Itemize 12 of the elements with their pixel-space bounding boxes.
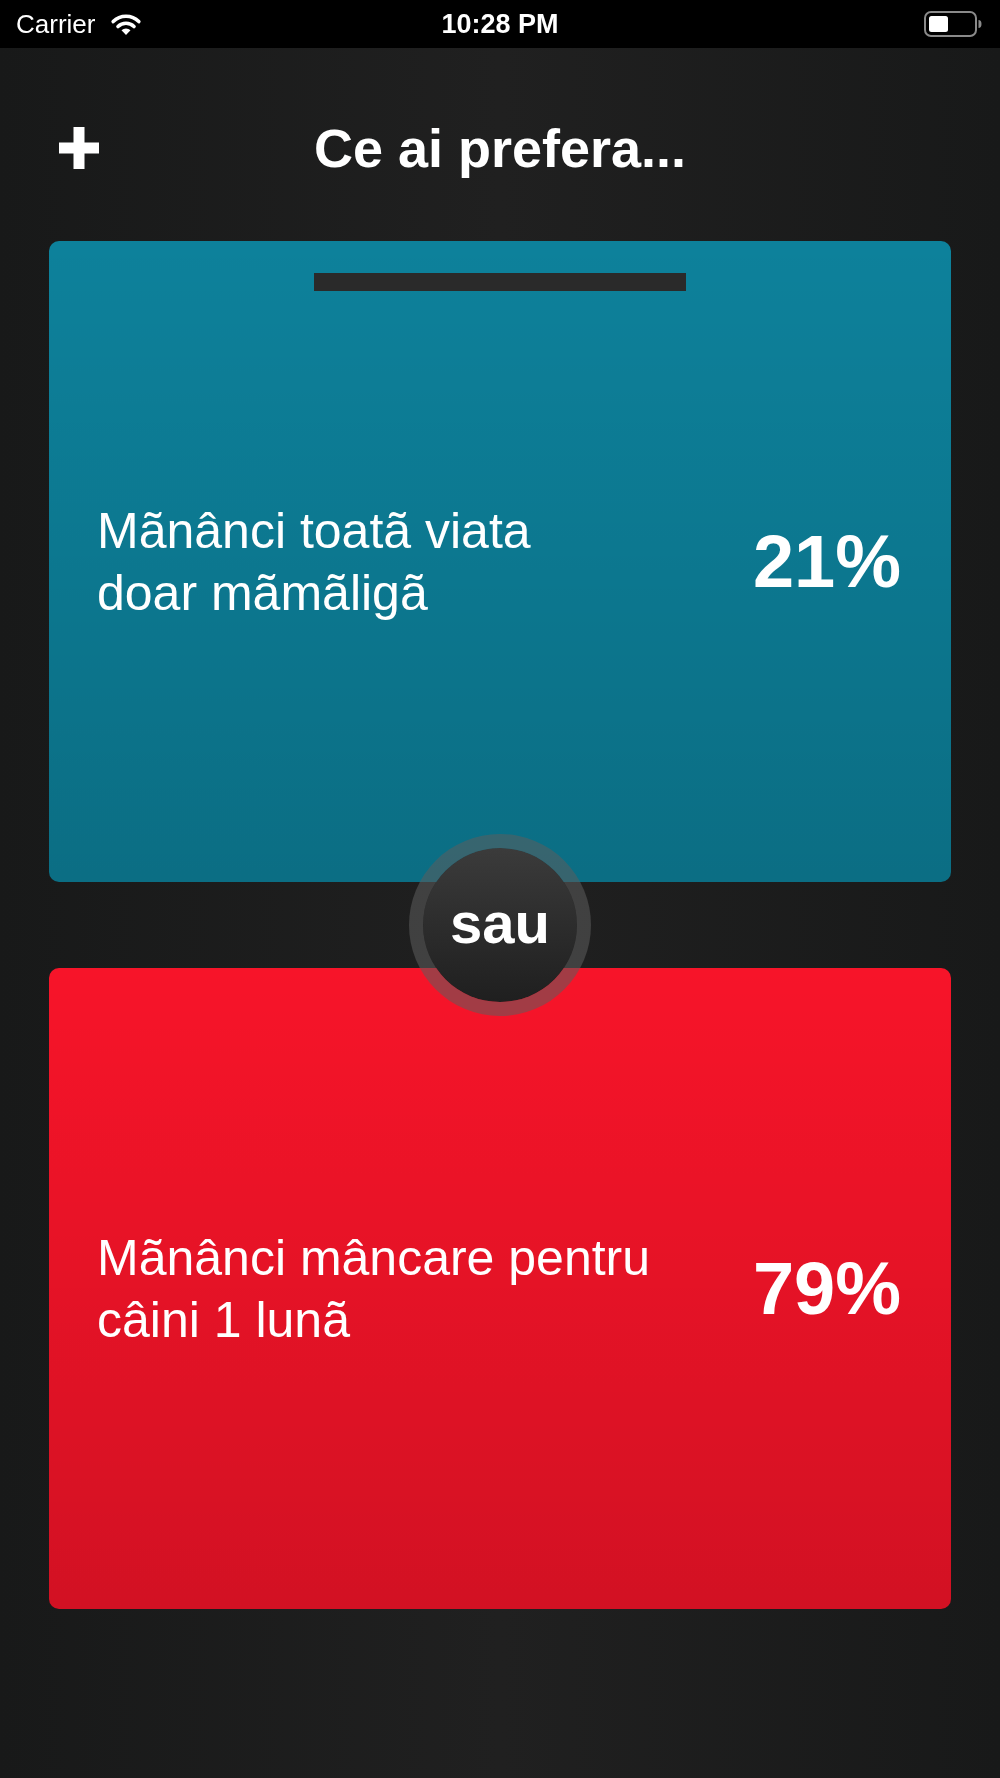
percent-label: 79% bbox=[752, 1251, 901, 1326]
option-text: Mãnânci mâncare pentru câini 1 lunã bbox=[97, 1228, 652, 1350]
clock-time: 10:28 PM bbox=[441, 10, 559, 38]
plus-icon bbox=[59, 127, 99, 169]
add-button[interactable] bbox=[59, 127, 99, 169]
option-text: Mãnânci toatã viata doar mãmãligã bbox=[97, 501, 532, 623]
carrier-label: Carrier bbox=[16, 11, 96, 37]
option-card[interactable]: Mãnânci toatã viata doar mãmãligã 21% bbox=[49, 241, 951, 882]
option-card[interactable]: Mãnânci mâncare pentru câini 1 lunã 79% bbox=[49, 968, 951, 1609]
battery-icon bbox=[924, 11, 982, 37]
percent-label: 21% bbox=[752, 524, 901, 599]
wifi-icon bbox=[109, 12, 144, 36]
